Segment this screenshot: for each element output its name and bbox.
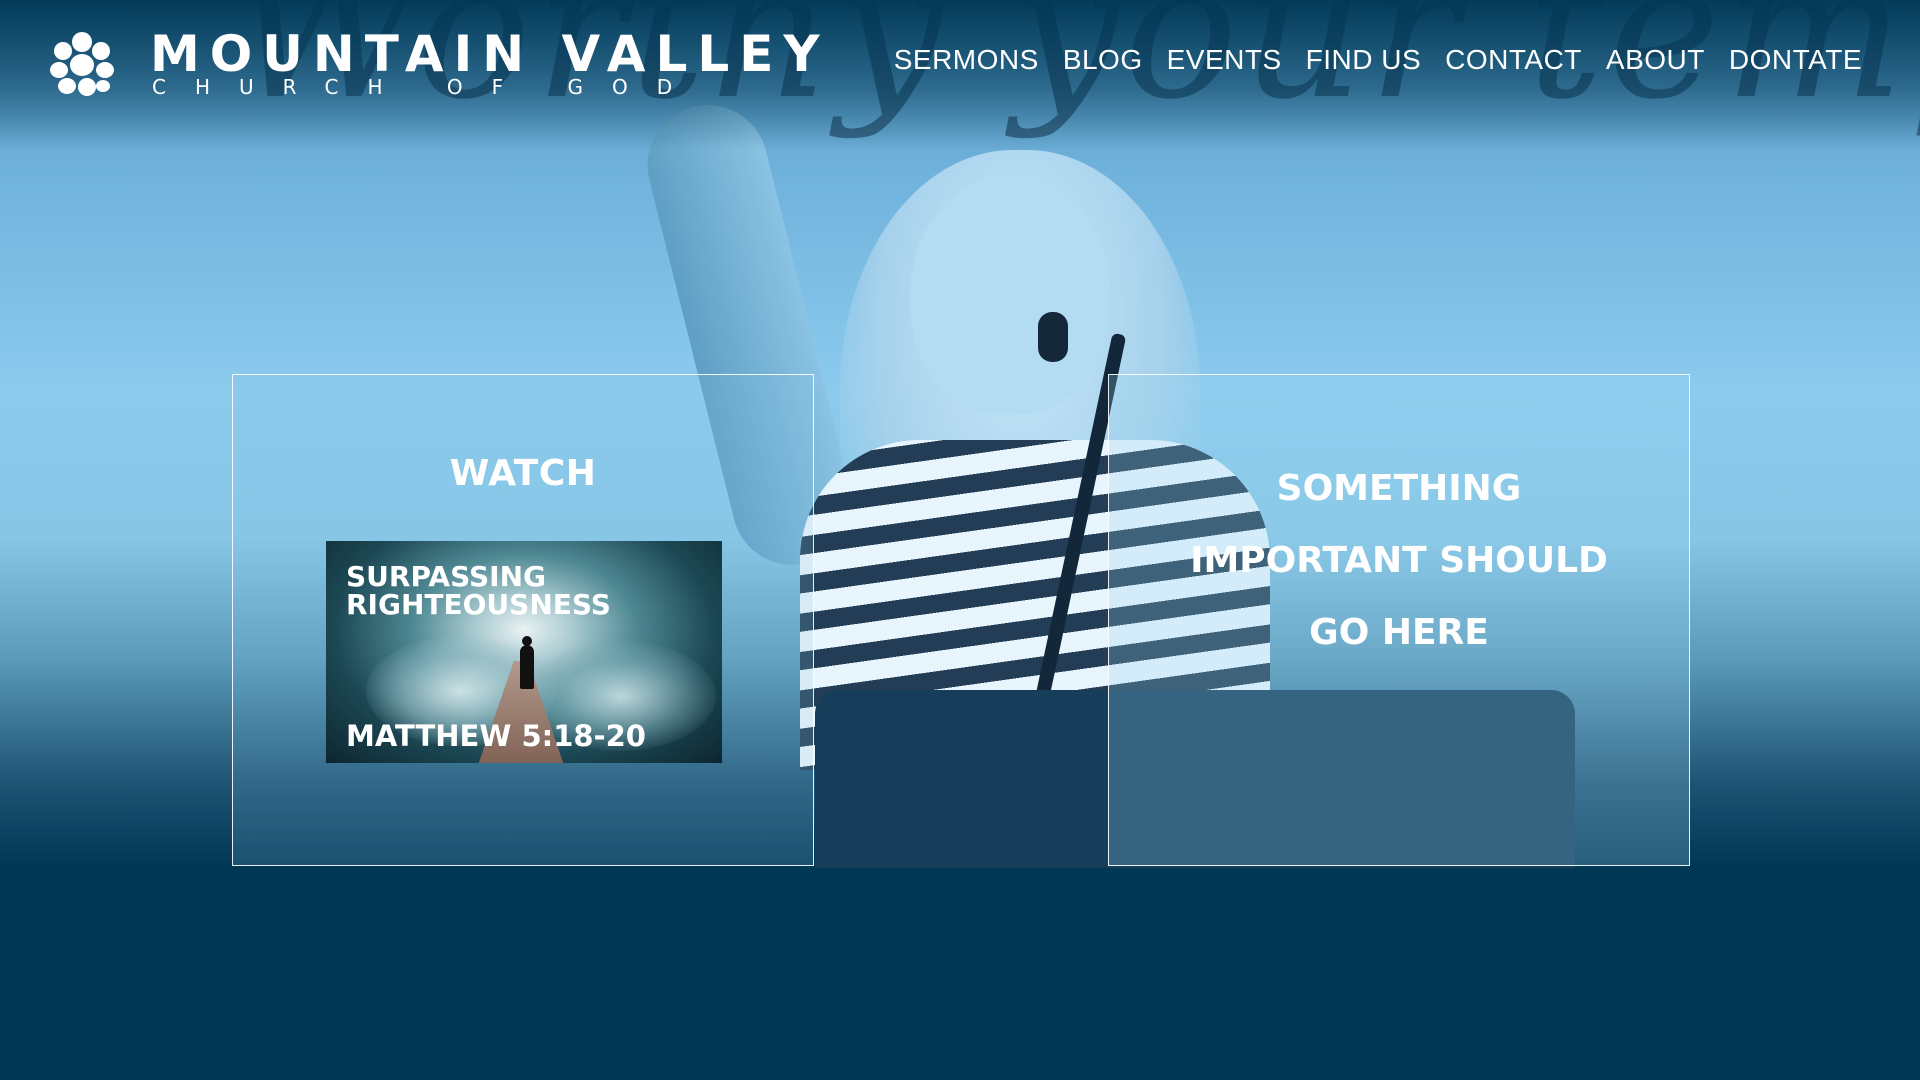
watch-card-title: WATCH: [449, 453, 597, 494]
sermon-title: SURPASSING RIGHTEOUSNESS: [346, 560, 611, 621]
singer-face: [910, 175, 1110, 415]
watch-card: WATCH SURPASSING RIGHTEOUSNESS MATTHEW 5…: [232, 374, 814, 866]
page: Worthy your temple, O MOUNTAIN VALLEY CH…: [0, 0, 1920, 1080]
site-header: MOUNTAIN VALLEY CHURCH OF GOD SERMONS BL…: [0, 0, 1920, 130]
sermon-thumbnail[interactable]: SURPASSING RIGHTEOUSNESS MATTHEW 5:18-20: [326, 541, 722, 763]
notice-text: SOMETHING IMPORTANT SHOULD GO HERE: [1190, 468, 1608, 653]
nav-item-about[interactable]: ABOUT: [1606, 44, 1705, 76]
main-nav: SERMONS BLOG EVENTS FIND US CONTACT ABOU…: [894, 44, 1862, 76]
walking-person-body: [520, 645, 534, 689]
nav-item-contact[interactable]: CONTACT: [1445, 44, 1582, 76]
sermon-scripture-reference: MATTHEW 5:18-20: [346, 719, 646, 753]
microphone-icon: [1038, 312, 1068, 362]
nav-item-donate[interactable]: DONTATE: [1729, 44, 1862, 76]
nav-item-find-us[interactable]: FIND US: [1306, 44, 1422, 76]
notice-card: SOMETHING IMPORTANT SHOULD GO HERE: [1108, 374, 1690, 866]
nav-item-events[interactable]: EVENTS: [1167, 44, 1282, 76]
brand-name[interactable]: MOUNTAIN VALLEY: [150, 28, 830, 80]
brand-subtitle[interactable]: CHURCH OF GOD: [152, 76, 701, 98]
stone-cluster-logo-icon[interactable]: [50, 32, 114, 96]
nav-item-sermons[interactable]: SERMONS: [894, 44, 1039, 76]
nav-item-blog[interactable]: BLOG: [1063, 44, 1143, 76]
